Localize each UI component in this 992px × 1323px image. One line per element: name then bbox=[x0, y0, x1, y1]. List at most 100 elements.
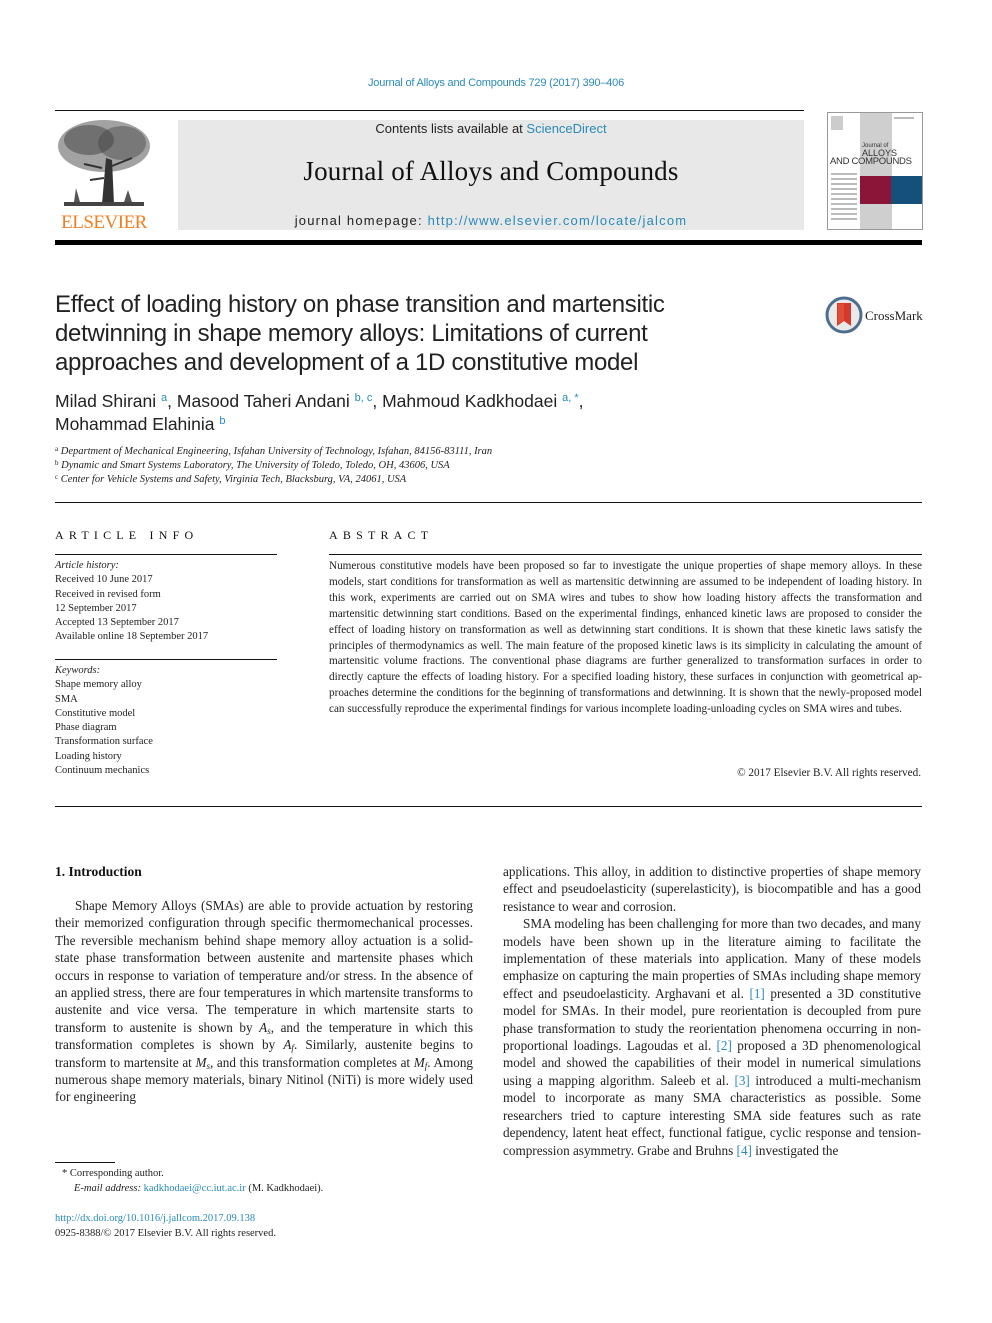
keywords-rule bbox=[55, 659, 277, 660]
paragraph: SMA modeling has been challenging for mo… bbox=[503, 915, 921, 1159]
reference-link[interactable]: [2] bbox=[717, 1038, 732, 1053]
email-suffix: (M. Kadkhodaei). bbox=[245, 1183, 324, 1194]
author-affiliation-marker[interactable]: a, * bbox=[562, 392, 579, 404]
symbol-Ms: Ms bbox=[195, 1054, 210, 1071]
email-label: E-mail address: bbox=[74, 1183, 144, 1194]
history-item: Received 10 June 2017 bbox=[55, 574, 153, 586]
affiliation-item: a Department of Mechanical Engineering, … bbox=[55, 445, 655, 459]
crossmark-label: CrossMark bbox=[865, 308, 923, 323]
author-affiliation-marker[interactable]: b, c bbox=[355, 392, 373, 404]
elsevier-tree-icon bbox=[58, 120, 150, 206]
symbol-base: M bbox=[195, 1054, 207, 1070]
paragraph: Shape Memory Alloys (SMAs) are able to p… bbox=[55, 897, 473, 1106]
article-history: Article history: Received 10 June 2017 R… bbox=[55, 559, 277, 645]
affiliation-text: Dynamic and Smart Systems Laboratory, Th… bbox=[61, 460, 450, 471]
affiliation-key: a bbox=[55, 445, 59, 453]
keywords: Keywords: Shape memory alloy SMA Constit… bbox=[55, 664, 277, 778]
elsevier-wordmark: ELSEVIER bbox=[61, 212, 147, 233]
abstract-heading: ABSTRACT bbox=[329, 528, 434, 542]
symbol-As: As bbox=[259, 1019, 271, 1036]
elsevier-logo[interactable]: ELSEVIER bbox=[52, 118, 156, 236]
journal-masthead: Contents lists available at ScienceDirec… bbox=[178, 120, 804, 230]
section-divider bbox=[55, 502, 922, 503]
body-column-right: applications. This alloy, in addition to… bbox=[503, 863, 921, 1159]
keyword-item: SMA bbox=[55, 693, 78, 705]
homepage-prefix: journal homepage: bbox=[294, 213, 428, 228]
author-name[interactable]: Milad Shirani bbox=[55, 391, 156, 411]
affiliation-key: c bbox=[55, 473, 59, 481]
issn-copyright: 0925-8388/© 2017 Elsevier B.V. All right… bbox=[55, 1228, 276, 1239]
author-name[interactable]: Mahmoud Kadkhodaei bbox=[382, 391, 557, 411]
crossmark-badge[interactable]: CrossMark bbox=[825, 296, 925, 336]
header-thick-rule bbox=[55, 240, 922, 245]
keyword-item: Constitutive model bbox=[55, 707, 136, 719]
cover-title-line3: AND COMPOUNDS bbox=[830, 156, 912, 167]
journal-reference[interactable]: Journal of Alloys and Compounds 729 (201… bbox=[0, 77, 992, 89]
keyword-item: Continuum mechanics bbox=[55, 765, 150, 777]
article-info-rule bbox=[55, 554, 277, 555]
header-rule bbox=[55, 110, 804, 111]
homepage-link[interactable]: http://www.elsevier.com/locate/jalcom bbox=[428, 213, 688, 228]
author-name[interactable]: Masood Taheri Andani bbox=[177, 391, 350, 411]
keywords-label: Keywords: bbox=[55, 665, 101, 676]
author-affiliation-marker[interactable]: a bbox=[161, 392, 167, 404]
cover-band bbox=[860, 113, 892, 229]
keyword-item: Transformation surface bbox=[55, 736, 153, 748]
front-matter-divider bbox=[55, 806, 922, 807]
symbol-Af: Af bbox=[283, 1037, 294, 1053]
reference-link[interactable]: [3] bbox=[734, 1073, 749, 1088]
cover-red-block bbox=[860, 176, 891, 204]
keyword-item: Loading history bbox=[55, 750, 122, 762]
affiliation-text: Department of Mechanical Engineering, Is… bbox=[60, 446, 493, 457]
keyword-item: Phase diagram bbox=[55, 722, 117, 734]
reference-link[interactable]: [4] bbox=[737, 1143, 752, 1158]
author-affiliation-marker[interactable]: b bbox=[219, 415, 225, 427]
footnote-rule bbox=[55, 1162, 115, 1163]
text-run: , and this trans­formation completes at bbox=[209, 1054, 414, 1070]
history-item: Accepted 13 September 2017 bbox=[55, 617, 179, 629]
keyword-item: Shape memory alloy bbox=[55, 679, 142, 691]
symbol-Mf: Mf bbox=[413, 1054, 428, 1071]
affiliation-item: c Center for Vehicle Systems and Safety,… bbox=[55, 473, 655, 487]
history-item: 12 September 2017 bbox=[55, 602, 137, 614]
contents-prefix: Contents lists available at bbox=[375, 121, 527, 136]
reference-link[interactable]: [1] bbox=[749, 986, 764, 1001]
paragraph: applications. This alloy, in addition to… bbox=[503, 864, 921, 914]
abstract-copyright: © 2017 Elsevier B.V. All rights reserved… bbox=[737, 767, 921, 779]
symbol-base: M bbox=[413, 1054, 425, 1070]
sciencedirect-link[interactable]: ScienceDirect bbox=[526, 121, 606, 136]
doi-link[interactable]: http://dx.doi.org/10.1016/j.jallcom.2017… bbox=[55, 1213, 255, 1224]
author-name[interactable]: Mohammad Elahinia bbox=[55, 414, 215, 434]
body-column-left: Shape Memory Alloys (SMAs) are able to p… bbox=[55, 897, 473, 1106]
cover-issn bbox=[894, 117, 914, 119]
abstract-rule bbox=[329, 554, 922, 555]
author-list: Milad Shirani a, Masood Taheri Andani b,… bbox=[55, 391, 584, 434]
corresponding-author-note: * Corresponding author. bbox=[62, 1168, 164, 1179]
article-history-label: Article history: bbox=[55, 560, 119, 571]
cover-blue-block bbox=[891, 176, 922, 204]
journal-cover-thumbnail[interactable]: Journal of ALLOYS AND COMPOUNDS bbox=[827, 112, 923, 230]
email-link[interactable]: kadkhodaei@cc.iut.ac.ir bbox=[144, 1183, 246, 1194]
email-line: E-mail address: kadkhodaei@cc.iut.ac.ir … bbox=[62, 1181, 462, 1196]
crossmark-icon bbox=[825, 296, 863, 334]
doi-block: http://dx.doi.org/10.1016/j.jallcom.2017… bbox=[55, 1211, 276, 1241]
symbol-base: A bbox=[259, 1019, 268, 1035]
article-info-heading: ARTICLE INFO bbox=[55, 528, 199, 542]
history-item: Available online 18 September 2017 bbox=[55, 631, 209, 643]
journal-title[interactable]: Journal of Alloys and Compounds bbox=[178, 156, 804, 187]
section-heading-introduction: 1. Introduction bbox=[55, 864, 142, 879]
cover-logo bbox=[831, 116, 843, 130]
affiliation-text: Center for Vehicle Systems and Safety, V… bbox=[60, 474, 407, 485]
affiliations: a Department of Mechanical Engineering, … bbox=[55, 445, 655, 487]
text-run: Shape Memory Alloys (SMAs) are able to p… bbox=[55, 898, 473, 1035]
contents-line: Contents lists available at ScienceDirec… bbox=[178, 121, 804, 136]
cover-text-lines bbox=[831, 173, 857, 223]
corresponding-author-footnote: * Corresponding author. E-mail address: … bbox=[62, 1166, 462, 1196]
abstract-text: Numerous constitutive models have been p… bbox=[329, 560, 922, 716]
text-run: investigated the bbox=[751, 1142, 839, 1158]
history-item: Received in revised form bbox=[55, 588, 161, 600]
affiliation-item: b Dynamic and Smart Systems Laboratory, … bbox=[55, 459, 655, 473]
affiliation-key: b bbox=[55, 459, 59, 467]
article-title: Effect of loading history on phase trans… bbox=[55, 291, 665, 376]
homepage-line: journal homepage: http://www.elsevier.co… bbox=[178, 213, 804, 228]
